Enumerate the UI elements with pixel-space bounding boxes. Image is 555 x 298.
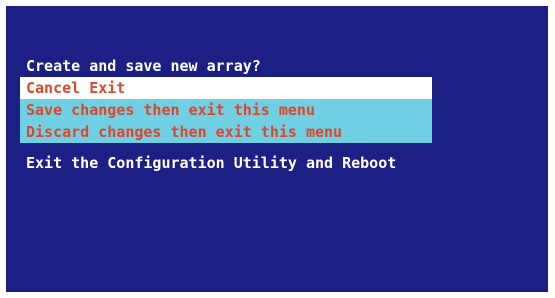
menu-option-cancel-exit[interactable]: Cancel Exit bbox=[20, 77, 432, 99]
exit-options-menu: Cancel Exit Save changes then exit this … bbox=[20, 77, 432, 143]
menu-option-save-and-exit[interactable]: Save changes then exit this menu bbox=[20, 99, 432, 121]
menu-option-discard-and-exit[interactable]: Discard changes then exit this menu bbox=[20, 121, 432, 143]
footer-status-text: Exit the Configuration Utility and Reboo… bbox=[26, 154, 397, 172]
dialog-prompt: Create and save new array? bbox=[26, 57, 261, 75]
bios-screen: Create and save new array? Cancel Exit S… bbox=[6, 6, 548, 292]
